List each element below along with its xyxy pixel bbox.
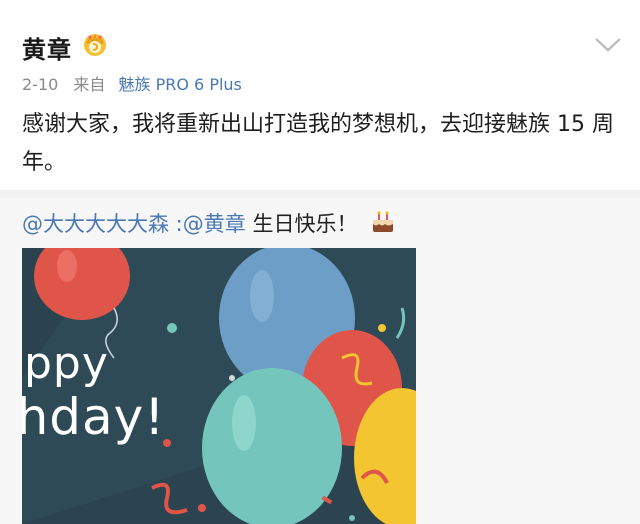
post-username[interactable]: 黄章 xyxy=(22,30,72,65)
weibo-post: 黄章 2-10 来自 魅族 PRO 6 Plus 感谢大家，我将重新出山打造我的… xyxy=(0,0,640,190)
post-source[interactable]: 魅族 PRO 6 Plus xyxy=(119,75,242,94)
cake-icon xyxy=(370,210,396,234)
image-text-line2: thday! xyxy=(22,388,166,446)
image-text-line1: appy xyxy=(22,338,109,389)
crown-badge-icon xyxy=(82,31,108,57)
divider xyxy=(0,190,640,198)
repost-mention[interactable]: @黄章 xyxy=(183,212,246,236)
repost-author[interactable]: @大大大大大森 xyxy=(22,212,169,236)
chevron-down-icon[interactable] xyxy=(593,36,623,54)
repost-line: @大大大大大森 :@黄章 生日快乐！ xyxy=(22,208,396,238)
post-meta: 2-10 来自 魅族 PRO 6 Plus xyxy=(22,71,242,95)
repost-card[interactable]: @大大大大大森 :@黄章 生日快乐！ ppy hday! xyxy=(0,198,640,524)
repost-separator: : xyxy=(169,212,183,236)
post-date: 2-10 xyxy=(22,75,59,94)
source-prefix: 来自 xyxy=(73,75,106,94)
post-text: 感谢大家，我将重新出山打造我的梦想机，去迎接魅族 15 周年。 xyxy=(22,112,614,175)
birthday-image[interactable]: appy thday! xyxy=(22,248,416,524)
repost-text: 生日快乐！ xyxy=(245,212,358,236)
